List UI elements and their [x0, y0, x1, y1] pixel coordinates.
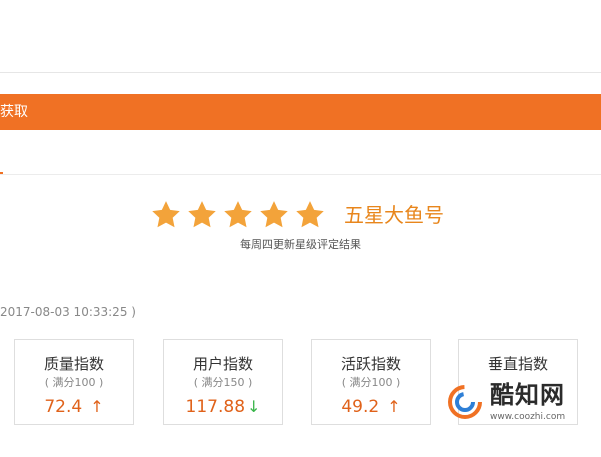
card-value: 49.2	[341, 397, 380, 417]
card-max-score: ( 满分100 )	[44, 376, 104, 389]
card-max-score: ( 满分100 )	[341, 376, 401, 389]
card-value: 117.88	[185, 397, 246, 417]
card-value-row: 49.2 ↑	[312, 396, 430, 418]
page: 获取 五星大鱼号 每周四更新星级评定结果 2017-08-03 10:33:25…	[0, 0, 601, 457]
watermark-url: www.coozhi.com	[490, 412, 566, 422]
card-value-row: 117.88 ↓	[164, 396, 282, 418]
arrow-down-icon: ↓	[247, 397, 261, 416]
card-title: 质量指数	[43, 355, 104, 373]
card-activity-index: 活跃指数 ( 满分100 ) 49.2 ↑	[311, 339, 431, 425]
card-title: 活跃指数	[340, 355, 401, 373]
card-value-row: 72.4 ↑	[15, 396, 133, 418]
card-user-index: 用户指数 ( 满分150 ) 117.88 ↓	[163, 339, 283, 425]
card-title: 垂直指数	[487, 355, 548, 373]
card-value: 72.4	[44, 397, 83, 417]
arrow-up-icon: ↑	[90, 397, 104, 416]
card-quality-index: 质量指数 ( 满分100 ) 72.4 ↑	[14, 339, 134, 425]
card-title: 用户指数	[192, 355, 253, 373]
watermark: 酷知网 www.coozhi.com	[440, 379, 590, 427]
coozhi-logo-icon	[448, 385, 482, 419]
card-max-score: ( 满分150 )	[193, 376, 253, 389]
watermark-name: 酷知网	[490, 381, 565, 409]
arrow-up-icon: ↑	[387, 397, 401, 416]
